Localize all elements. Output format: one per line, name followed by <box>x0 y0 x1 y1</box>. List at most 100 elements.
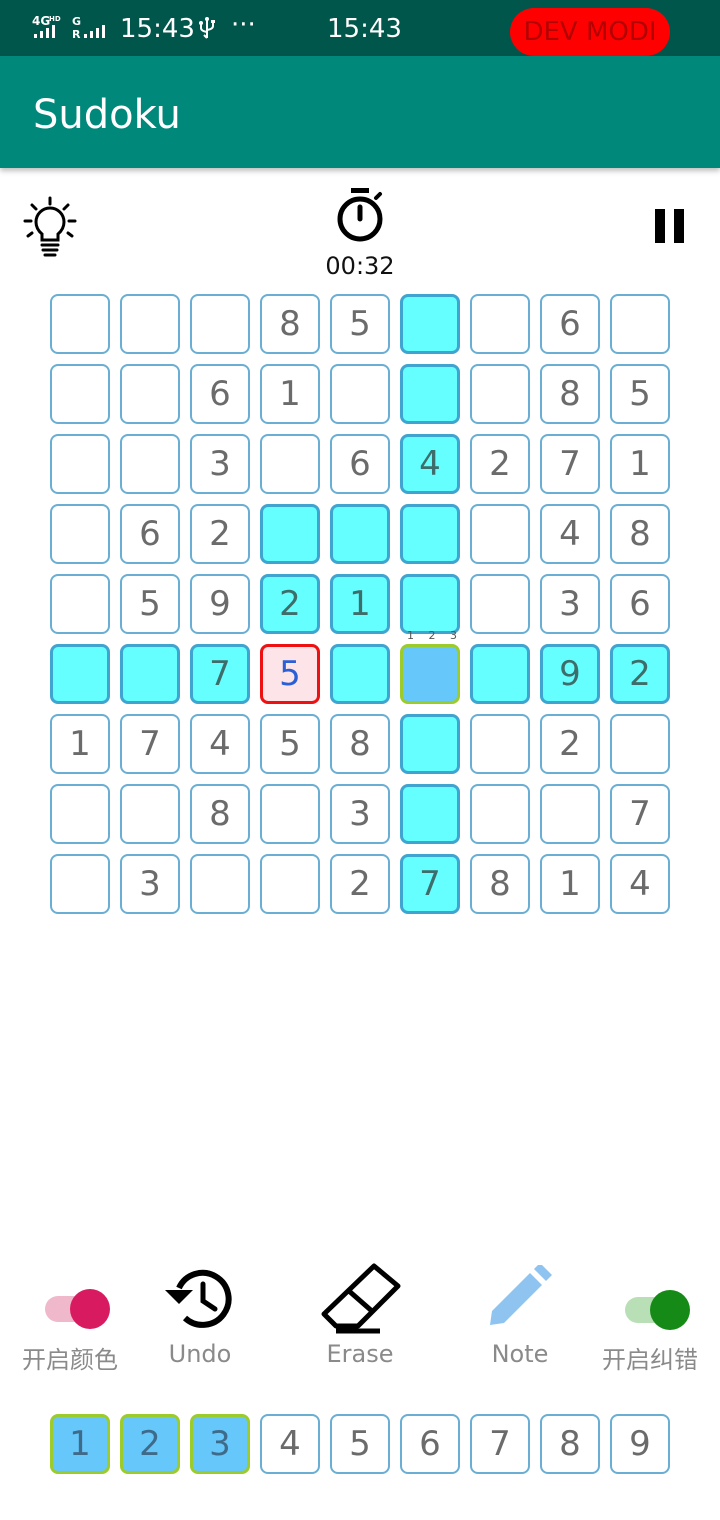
board-cell-r4-c2[interactable]: 6 <box>120 504 180 564</box>
board-cell-r8-c4[interactable] <box>260 784 320 844</box>
board-cell-r7-c2[interactable]: 7 <box>120 714 180 774</box>
board-cell-r6-c7[interactable] <box>470 644 530 704</box>
board-cell-r1-c8[interactable]: 6 <box>540 294 600 354</box>
board-cell-r4-c9[interactable]: 8 <box>610 504 670 564</box>
number-button-7[interactable]: 7 <box>470 1414 530 1474</box>
board-cell-r7-c9[interactable] <box>610 714 670 774</box>
board-cell-r2-c2[interactable] <box>120 364 180 424</box>
board-cell-r1-c3[interactable] <box>190 294 250 354</box>
board-cell-r7-c6[interactable] <box>400 714 460 774</box>
svg-text:4G: 4G <box>32 14 50 28</box>
board-cell-r4-c4[interactable] <box>260 504 320 564</box>
board-cell-r4-c1[interactable] <box>50 504 110 564</box>
board-cell-r7-c3[interactable]: 4 <box>190 714 250 774</box>
board-cell-r3-c1[interactable] <box>50 434 110 494</box>
board-cell-r9-c3[interactable] <box>190 854 250 914</box>
board-cell-r8-c5[interactable]: 3 <box>330 784 390 844</box>
board-cell-r1-c1[interactable] <box>50 294 110 354</box>
board-cell-r9-c4[interactable] <box>260 854 320 914</box>
board-cell-r8-c7[interactable] <box>470 784 530 844</box>
board-cell-r7-c5[interactable]: 8 <box>330 714 390 774</box>
number-button-4[interactable]: 4 <box>260 1414 320 1474</box>
board-cell-r2-c5[interactable] <box>330 364 390 424</box>
board-cell-r6-c2[interactable] <box>120 644 180 704</box>
board-cell-r9-c9[interactable]: 4 <box>610 854 670 914</box>
board-cell-r1-c5[interactable]: 5 <box>330 294 390 354</box>
board-cell-r3-c5[interactable]: 6 <box>330 434 390 494</box>
board-cell-r3-c3[interactable]: 3 <box>190 434 250 494</box>
board-cell-r3-c8[interactable]: 7 <box>540 434 600 494</box>
number-button-2[interactable]: 2 <box>120 1414 180 1474</box>
board-cell-r8-c9[interactable]: 7 <box>610 784 670 844</box>
board-cell-r2-c1[interactable] <box>50 364 110 424</box>
board-cell-r7-c1[interactable]: 1 <box>50 714 110 774</box>
number-button-5[interactable]: 5 <box>330 1414 390 1474</box>
board-cell-r9-c1[interactable] <box>50 854 110 914</box>
board-cell-r9-c5[interactable]: 2 <box>330 854 390 914</box>
board-cell-r1-c6[interactable] <box>400 294 460 354</box>
board-cell-r6-c8[interactable]: 9 <box>540 644 600 704</box>
board-cell-r5-c2[interactable]: 5 <box>120 574 180 634</box>
board-cell-r2-c3[interactable]: 6 <box>190 364 250 424</box>
number-button-8[interactable]: 8 <box>540 1414 600 1474</box>
board-cell-r9-c6[interactable]: 7 <box>400 854 460 914</box>
board-cell-r8-c6[interactable] <box>400 784 460 844</box>
eraser-icon[interactable] <box>318 1260 404 1336</box>
board-cell-r7-c4[interactable]: 5 <box>260 714 320 774</box>
pencil-icon[interactable] <box>486 1265 554 1329</box>
board-cell-r8-c3[interactable]: 8 <box>190 784 250 844</box>
board-cell-r3-c9[interactable]: 1 <box>610 434 670 494</box>
board-cell-r7-c7[interactable] <box>470 714 530 774</box>
board-cell-r5-c8[interactable]: 3 <box>540 574 600 634</box>
board-cell-r9-c8[interactable]: 1 <box>540 854 600 914</box>
number-button-9[interactable]: 9 <box>610 1414 670 1474</box>
board-cell-r5-c4[interactable]: 2 <box>260 574 320 634</box>
board-cell-r4-c7[interactable] <box>470 504 530 564</box>
board-cell-r4-c5[interactable] <box>330 504 390 564</box>
board-cell-r6-c5[interactable] <box>330 644 390 704</box>
board-cell-r1-c2[interactable] <box>120 294 180 354</box>
board-cell-r4-c8[interactable]: 4 <box>540 504 600 564</box>
board-cell-r5-c3[interactable]: 9 <box>190 574 250 634</box>
board-cell-r6-c1[interactable] <box>50 644 110 704</box>
board-cell-r8-c8[interactable] <box>540 784 600 844</box>
board-cell-r5-c7[interactable] <box>470 574 530 634</box>
board-cell-r3-c7[interactable]: 2 <box>470 434 530 494</box>
board-cell-r3-c6[interactable]: 4 <box>400 434 460 494</box>
correction-toggle-switch[interactable] <box>620 1288 692 1332</box>
number-button-3[interactable]: 3 <box>190 1414 250 1474</box>
board-cell-r9-c7[interactable]: 8 <box>470 854 530 914</box>
board-cell-r4-c3[interactable]: 2 <box>190 504 250 564</box>
board-cell-r6-c6[interactable]: 1 2 3 <box>400 629 460 704</box>
board-cell-r7-c8[interactable]: 2 <box>540 714 600 774</box>
pause-icon[interactable] <box>653 208 687 244</box>
board-cell-r5-c5[interactable]: 1 <box>330 574 390 634</box>
stopwatch-icon <box>337 188 383 242</box>
board-cell-r1-c9[interactable] <box>610 294 670 354</box>
board-cell-r3-c2[interactable] <box>120 434 180 494</box>
undo-icon[interactable] <box>163 1266 235 1332</box>
board-cell-r8-c2[interactable] <box>120 784 180 844</box>
board-cell-r5-c6[interactable] <box>400 574 460 634</box>
board-cell-r5-c1[interactable] <box>50 574 110 634</box>
board-cell-r1-c7[interactable] <box>470 294 530 354</box>
color-toggle-switch[interactable] <box>42 1287 114 1331</box>
board-cell-r1-c4[interactable]: 8 <box>260 294 320 354</box>
number-button-6[interactable]: 6 <box>400 1414 460 1474</box>
board-cell-r6-c3[interactable]: 7 <box>190 644 250 704</box>
lightbulb-icon[interactable] <box>22 196 78 258</box>
board-cell-r9-c2[interactable]: 3 <box>120 854 180 914</box>
board-cell-r4-c6[interactable] <box>400 504 460 564</box>
number-button-1[interactable]: 1 <box>50 1414 110 1474</box>
board-cell-r2-c7[interactable] <box>470 364 530 424</box>
board-cell-r2-c8[interactable]: 8 <box>540 364 600 424</box>
board-cell-r5-c9[interactable]: 6 <box>610 574 670 634</box>
board-cell-r2-c9[interactable]: 5 <box>610 364 670 424</box>
board-cell-r8-c1[interactable] <box>50 784 110 844</box>
board-cell-r2-c6[interactable] <box>400 364 460 424</box>
board-cell-r6-c4[interactable]: 5 <box>260 644 320 704</box>
board-cell-r2-c4[interactable]: 1 <box>260 364 320 424</box>
board-cell-r6-c9[interactable]: 2 <box>610 644 670 704</box>
board-cell-r3-c4[interactable] <box>260 434 320 494</box>
erase-label: Erase <box>326 1340 394 1368</box>
